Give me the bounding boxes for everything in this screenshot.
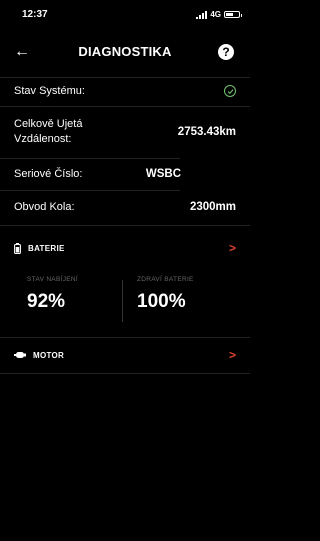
charge-value: 92% [27,291,66,312]
battery-header: BATERIE [28,243,65,253]
row-label: Celkově Ujetá Vzdálenost: [14,118,83,145]
divider [0,190,180,191]
row-value: 2300mm [189,201,236,213]
row-label: Stav Systému: [14,85,85,97]
status-indicators: 4G [196,10,242,19]
divider [0,106,250,107]
divider [0,373,250,374]
divider [0,77,250,78]
motor-section-header[interactable]: MOTOR > [14,347,236,363]
divider [0,337,250,338]
row-label: Obvod Kola: [14,201,75,213]
battery-icon [14,242,21,254]
status-time: 12:37 [22,9,48,20]
divider [0,225,250,226]
health-label: ZDRAVÍ BATERIE [137,276,194,283]
health-value: 100% [137,291,186,312]
motor-header: MOTOR [33,350,65,360]
help-icon[interactable]: ? [218,44,234,60]
row-value: WSBC [145,168,181,180]
charge-stat: STAV NABÍJENÍ 92% [27,276,78,313]
battery-section-header[interactable]: BATERIE > [14,240,236,256]
row-serial-number: Seriové Číslo: WSBC [14,163,236,185]
chevron-right-icon[interactable]: > [229,348,236,362]
nav-bar: ← DIAGNOSTIKA ? [0,40,250,64]
divider [0,158,180,159]
network-type: 4G [210,10,221,19]
row-value: 2753.43km [177,126,236,138]
stat-divider [122,280,123,322]
motor-icon [14,352,26,358]
row-total-distance: Celkově Ujetá Vzdálenost: 2753.43km [14,112,236,152]
row-system-status: Stav Systému: [14,80,236,102]
row-label: Seriové Číslo: [14,168,83,180]
charge-label: STAV NABÍJENÍ [27,276,78,283]
chevron-right-icon[interactable]: > [229,241,236,255]
row-wheel-circumference: Obvod Kola: 2300mm [14,196,236,218]
status-bar: 12:37 4G [0,0,250,28]
battery-status-icon [224,11,242,18]
signal-icon [196,10,208,19]
page-title: DIAGNOSTIKA [78,44,172,59]
check-circle-icon [224,85,236,97]
health-stat: ZDRAVÍ BATERIE 100% [137,276,194,313]
